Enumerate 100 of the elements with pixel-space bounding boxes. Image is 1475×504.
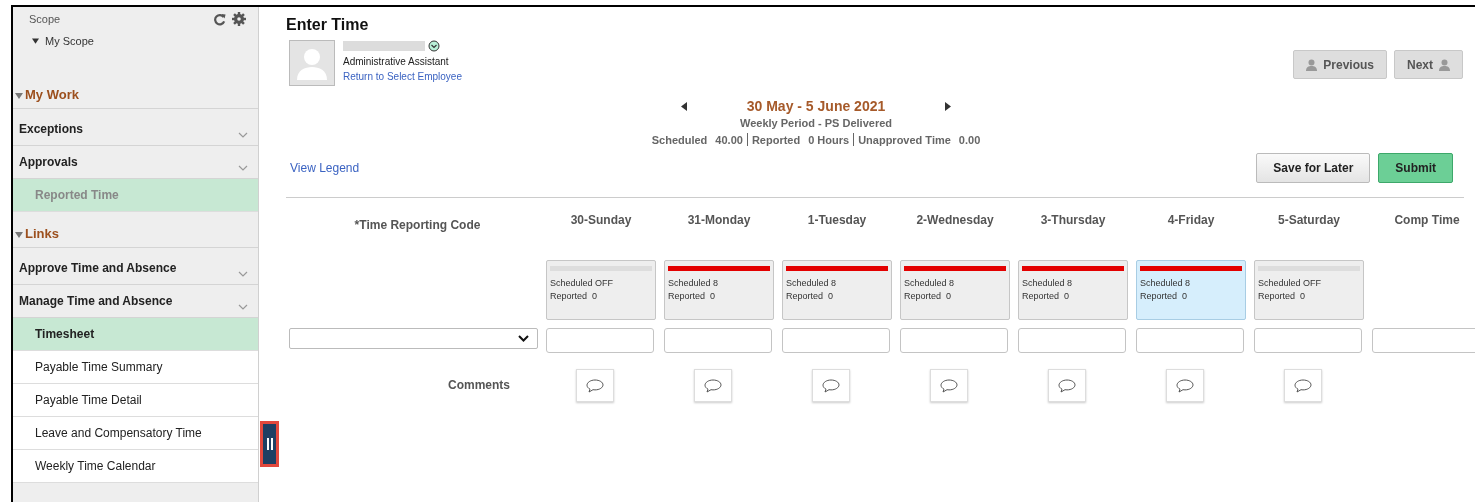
- comment-button[interactable]: [930, 369, 968, 402]
- scheduled-text: Scheduled 8: [786, 278, 838, 288]
- summary-value: 40.00: [715, 133, 743, 146]
- menu-group-label[interactable]: Exceptions: [19, 122, 84, 136]
- hours-input[interactable]: [664, 328, 772, 353]
- employee-nav-button[interactable]: Next: [1394, 50, 1463, 79]
- menu-group[interactable]: Exceptions: [13, 113, 258, 146]
- menu-item[interactable]: Payable Time Detail: [13, 384, 258, 417]
- page-title: Enter Time: [286, 16, 370, 34]
- hours-input[interactable]: [782, 328, 890, 353]
- chevron-down-icon: [238, 165, 248, 171]
- collapse-handle[interactable]: [260, 421, 279, 467]
- hours-input[interactable]: [1018, 328, 1126, 353]
- scheduled-text: Scheduled OFF: [550, 278, 615, 288]
- refresh-icon[interactable]: [213, 12, 226, 26]
- chevron-down-icon: [238, 304, 248, 310]
- comment-button[interactable]: [694, 369, 732, 402]
- day-summary-card[interactable]: Scheduled 8 Reported 0: [1018, 260, 1128, 320]
- summary-value: 0.00: [958, 133, 981, 146]
- column-header: 31-Monday: [686, 213, 752, 227]
- speech-bubble-icon: [1176, 378, 1194, 393]
- speech-bubble-icon: [586, 378, 604, 393]
- reported-text: Reported 0: [550, 291, 599, 301]
- column-header: 3-Thursday: [1039, 213, 1107, 227]
- reported-text: Reported 0: [668, 291, 717, 301]
- day-summary-card[interactable]: Scheduled OFF Reported 0: [546, 260, 656, 320]
- expand-triangle-icon: [15, 93, 23, 99]
- day-summary-card[interactable]: Scheduled OFF Reported 0: [1254, 260, 1364, 320]
- scheduled-text: Scheduled 8: [1140, 278, 1192, 288]
- summary-label: Scheduled: [651, 133, 708, 146]
- reported-text: Reported 0: [786, 291, 835, 301]
- settings-icon[interactable]: [232, 12, 246, 26]
- menu-item[interactable]: Timesheet: [13, 318, 258, 351]
- scheduled-text: Scheduled OFF: [1258, 278, 1323, 288]
- expand-triangle-icon: [32, 38, 39, 44]
- person-icon: [1439, 58, 1450, 71]
- speech-bubble-icon: [704, 378, 722, 393]
- comment-button[interactable]: [1166, 369, 1204, 402]
- comments-label: Comments: [447, 377, 511, 392]
- previous-period-icon[interactable]: [680, 101, 687, 111]
- dropdown-circle-icon[interactable]: [428, 40, 440, 52]
- comment-button[interactable]: [576, 369, 614, 402]
- period-range: 30 May - 5 June 2021: [746, 98, 886, 114]
- column-header: Comp Time: [1393, 213, 1461, 227]
- return-link[interactable]: Return to Select Employee: [343, 71, 462, 82]
- column-header: 30-Sunday: [569, 213, 633, 227]
- column-header: 1-Tuesday: [806, 213, 868, 227]
- column-header: 2-Wednesday: [915, 213, 995, 227]
- scheduled-text: Scheduled 8: [1022, 278, 1074, 288]
- comment-button[interactable]: [812, 369, 850, 402]
- section-header[interactable]: My Work: [13, 73, 258, 109]
- day-summary-card[interactable]: Scheduled 8 Reported 0: [900, 260, 1010, 320]
- column-header: *Time Reporting Code: [354, 218, 481, 234]
- menu-group-label[interactable]: Manage Time and Absence: [19, 294, 173, 308]
- menu-group-label[interactable]: Approve Time and Absence: [19, 261, 177, 275]
- speech-bubble-icon: [822, 378, 840, 393]
- scheduled-text: Scheduled 8: [668, 278, 720, 288]
- menu-item[interactable]: Payable Time Summary: [13, 351, 258, 384]
- next-period-icon[interactable]: [945, 101, 952, 111]
- comment-button[interactable]: [1284, 369, 1322, 402]
- employee-nav-button[interactable]: Previous: [1293, 50, 1387, 79]
- expand-triangle-icon: [15, 232, 23, 238]
- menu-item[interactable]: Leave and Compensatory Time: [13, 417, 258, 450]
- period-type: Weekly Period - PS Delivered: [740, 117, 892, 129]
- day-summary-card[interactable]: Scheduled 8 Reported 0: [782, 260, 892, 320]
- chevron-down-icon: [518, 335, 529, 342]
- submit-button[interactable]: Submit: [1378, 153, 1453, 183]
- scope-label: Scope: [28, 13, 61, 25]
- day-summary-card[interactable]: Scheduled 8 Reported 0: [664, 260, 774, 320]
- speech-bubble-icon: [940, 378, 958, 393]
- hours-input[interactable]: [1136, 328, 1244, 353]
- menu-group-label[interactable]: Approvals: [19, 155, 78, 169]
- day-summary-card[interactable]: Scheduled 8 Reported 0: [1136, 260, 1246, 320]
- reported-text: Reported 0: [1022, 291, 1071, 301]
- speech-bubble-icon: [1294, 378, 1312, 393]
- chevron-down-icon: [238, 271, 248, 277]
- scope-tree-item[interactable]: My Scope: [19, 35, 94, 47]
- reported-text: Reported 0: [1140, 291, 1189, 301]
- column-header: 5-Saturday: [1277, 213, 1341, 227]
- speech-bubble-icon: [1058, 378, 1076, 393]
- chevron-down-icon: [238, 132, 248, 138]
- section-header[interactable]: Links: [13, 212, 258, 248]
- summary-label: Unapproved Time: [858, 133, 951, 146]
- time-code-dropdown[interactable]: [289, 328, 538, 349]
- summary-label: Reported: [751, 133, 801, 146]
- reported-text: Reported 0: [1258, 291, 1307, 301]
- hours-input[interactable]: [1254, 328, 1362, 353]
- hours-input[interactable]: [1372, 328, 1475, 353]
- reported-text: Reported 0: [904, 291, 953, 301]
- hours-input[interactable]: [900, 328, 1008, 353]
- hours-input[interactable]: [546, 328, 654, 353]
- menu-item[interactable]: Weekly Time Calendar: [13, 450, 258, 483]
- menu-group[interactable]: Approve Time and Absence: [13, 252, 258, 285]
- scheduled-text: Scheduled 8: [904, 278, 956, 288]
- avatar-icon: [289, 40, 335, 86]
- save-button[interactable]: Save for Later: [1256, 153, 1371, 183]
- person-icon: [1306, 58, 1318, 71]
- legend-link[interactable]: View Legend: [290, 161, 360, 175]
- column-header: 4-Friday: [1166, 213, 1216, 227]
- comment-button[interactable]: [1048, 369, 1086, 402]
